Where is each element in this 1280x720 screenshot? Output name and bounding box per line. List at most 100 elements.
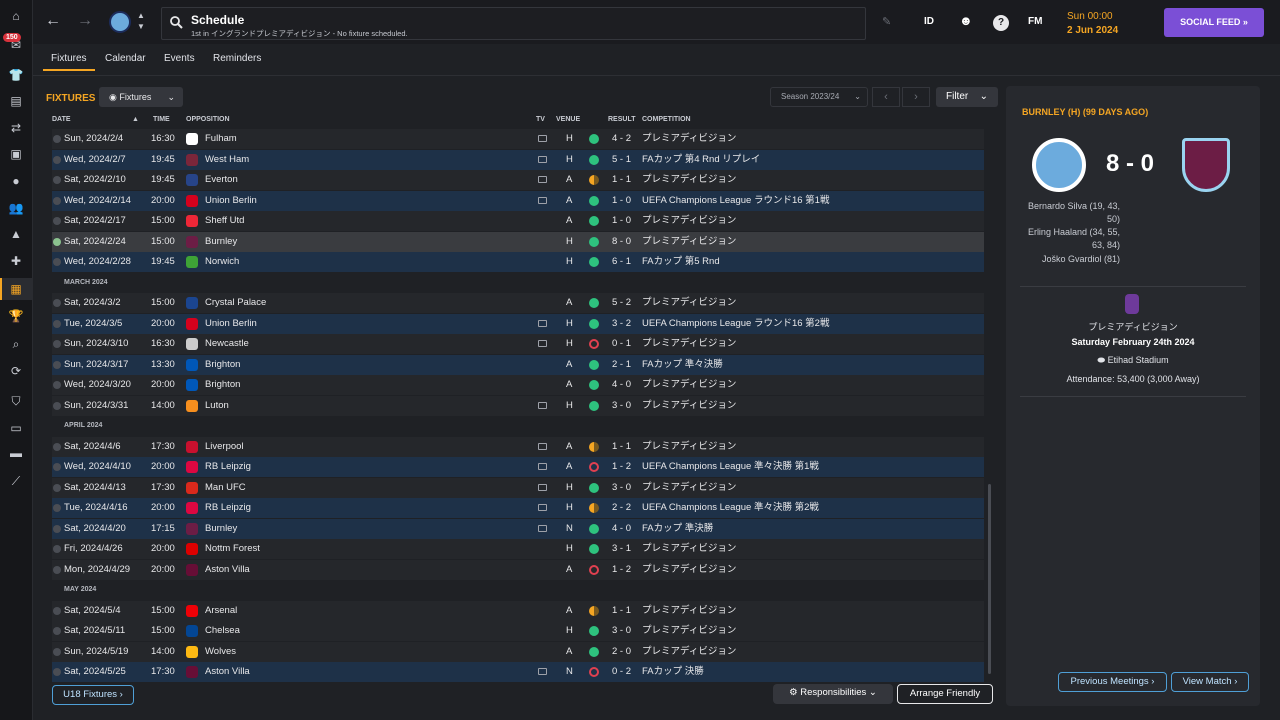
table-row[interactable]: Wed, 2024/2/14 20:00 Union Berlin A 1 - 0 UEF… [52, 190, 984, 211]
table-row[interactable]: Mon, 2024/4/29 20:00 Aston Villa A 1 - 2 プレミア… [52, 559, 984, 580]
fixture-competition: UEFA Champions League 準々決勝 第1戦 [642, 461, 819, 472]
scrollbar[interactable] [988, 484, 991, 674]
id-button[interactable]: ID [924, 16, 934, 27]
club-vision-icon[interactable]: ⛉ [7, 394, 25, 408]
table-row[interactable]: Sat, 2024/4/6 17:30 Liverpool A 1 - 1 プレミアディビ… [52, 436, 984, 457]
social-feed-button[interactable]: SOCIAL FEED » [1164, 8, 1264, 37]
tab-events[interactable]: Events [164, 53, 195, 64]
pencil-icon[interactable]: ✎ [882, 15, 891, 28]
calendar-icon[interactable]: ▦ [7, 282, 25, 296]
tv-icon [538, 155, 547, 163]
fixture-venue: A [566, 379, 573, 390]
fixture-time: 20:00 [151, 543, 175, 554]
club-switcher-chevron-icon[interactable]: ▲ ▼ [137, 10, 145, 32]
finances-icon[interactable]: ▭ [7, 421, 25, 435]
view-match-button[interactable]: View Match › [1171, 672, 1249, 692]
table-row[interactable]: Wed, 2024/2/28 19:45 Norwich H 6 - 1 FAカップ 第5… [52, 252, 984, 272]
table-row[interactable]: Sat, 2024/2/24 15:00 Burnley H 8 - 0 プレミアディビジ… [52, 231, 984, 252]
fixture-opposition: Burnley [205, 235, 238, 247]
transfers-icon[interactable]: ⟳ [7, 364, 25, 378]
month-header: MAY 2024 [52, 580, 984, 600]
club-crest-icon [186, 666, 198, 678]
squad-icon[interactable]: 👕 [7, 68, 25, 82]
next-season-chevron-icon[interactable]: › [902, 87, 930, 107]
table-row[interactable]: Sun, 2024/3/10 16:30 Newcastle H 0 - 1 プレミアディ… [52, 334, 984, 354]
col-competition[interactable]: COMPETITION [642, 116, 691, 123]
table-row[interactable]: Wed, 2024/2/7 19:45 West Ham H 5 - 1 FAカップ 第4… [52, 149, 984, 170]
tab-reminders[interactable]: Reminders [213, 53, 261, 64]
fixture-opposition: Newcastle [205, 338, 249, 349]
row-status-icon [53, 504, 61, 512]
arrange-friendly-button[interactable]: Arrange Friendly [897, 684, 993, 704]
report-icon[interactable]: ▣ [7, 147, 25, 161]
fixture-competition: FAカップ 準決勝 [642, 522, 714, 534]
table-row[interactable]: Sat, 2024/4/13 17:30 Man UFC H 3 - 0 プレミアディビジ… [52, 477, 984, 498]
table-row[interactable]: Wed, 2024/4/10 20:00 RB Leipzig A 1 - 2 UEFA … [52, 457, 984, 477]
fixture-competition: プレミアディビジョン [642, 235, 737, 247]
training-icon[interactable]: ▲ [7, 227, 25, 241]
u18-fixtures-button[interactable]: U18 Fixtures › [52, 685, 134, 705]
search-box[interactable]: Schedule 1st in イングランドプレミアディビジョン - No fi… [161, 7, 866, 40]
col-tv[interactable]: TV [536, 116, 545, 123]
forward-arrow-icon[interactable]: → [77, 12, 93, 30]
continue-date[interactable]: Sun 00:00 2 Jun 2024 [1055, 6, 1155, 38]
medical-icon[interactable]: ✚ [7, 254, 25, 268]
filter-button[interactable]: Filter ⌄ [936, 87, 998, 107]
fixture-date: Sat, 2024/5/25 [64, 666, 126, 677]
tab-active-indicator [43, 69, 95, 71]
fixture-competition: プレミアディビジョン [642, 297, 737, 308]
col-result[interactable]: RESULT [608, 116, 635, 123]
table-row[interactable]: Sun, 2024/5/19 14:00 Wolves A 2 - 0 プレミアディビジョ… [52, 641, 984, 662]
dev-centre-icon[interactable]: ▬ [7, 446, 25, 460]
table-row[interactable]: Sat, 2024/2/17 15:00 Sheff Utd A 1 - 0 プレミアディ… [52, 211, 984, 231]
globe-icon[interactable]: ● [7, 174, 25, 188]
fm-menu-button[interactable]: FM [1028, 16, 1042, 27]
fixture-score: 3 - 1 [612, 543, 632, 554]
fixtures-view-dropdown[interactable]: ◉ Fixtures ⌄ [99, 87, 183, 107]
table-row[interactable]: Tue, 2024/3/5 20:00 Union Berlin H 3 - 2 UEFA… [52, 313, 984, 334]
clipboard-icon[interactable]: ▤ [7, 94, 25, 108]
fixture-score: 5 - 1 [612, 153, 632, 165]
row-status-icon [53, 381, 61, 389]
table-row[interactable]: Fri, 2024/4/26 20:00 Nottm Forest H 3 - 1 プレミ… [52, 539, 984, 559]
tab-calendar[interactable]: Calendar [105, 53, 146, 64]
table-row[interactable]: Sat, 2024/5/4 15:00 Arsenal A 1 - 1 プレミアディビジョ… [52, 600, 984, 621]
back-arrow-icon[interactable]: ← [45, 12, 61, 30]
staff-icon[interactable]: 👥 [7, 201, 25, 215]
tactics-icon[interactable]: ⇄ [7, 121, 25, 135]
previous-meetings-button[interactable]: Previous Meetings › [1058, 672, 1167, 692]
fixture-score: 8 - 0 [612, 235, 632, 247]
table-row[interactable]: Wed, 2024/3/20 20:00 Brighton A 4 - 0 プレミアディビ… [52, 375, 984, 395]
col-time[interactable]: TIME [153, 116, 170, 123]
prev-season-chevron-icon[interactable]: ‹ [872, 87, 900, 107]
loss-result-icon [589, 667, 599, 677]
col-opposition[interactable]: OPPOSITION [186, 116, 230, 123]
fixture-date: Sat, 2024/2/10 [64, 174, 126, 185]
table-row[interactable]: Sat, 2024/4/20 17:15 Burnley N 4 - 0 FAカップ 準決… [52, 518, 984, 539]
scouting-icon[interactable]: ⌕ [7, 337, 25, 351]
table-row[interactable]: Sun, 2024/2/4 16:30 Fulham H 4 - 2 プレミアディビジョン [52, 129, 984, 149]
table-row[interactable]: Sat, 2024/2/10 19:45 Everton A 1 - 1 プレミアディビジ… [52, 170, 984, 190]
responsibilities-button[interactable]: ⚙ Responsibilities ⌄ [773, 684, 893, 704]
help-icon[interactable]: ? [993, 15, 1009, 31]
table-row[interactable]: Sat, 2024/5/11 15:00 Chelsea H 3 - 0 プレミアディビジ… [52, 621, 984, 641]
table-row[interactable]: Sun, 2024/3/17 13:30 Brighton A 2 - 1 FAカップ 準… [52, 354, 984, 375]
club-badge-icon[interactable] [109, 11, 131, 33]
data-hub-icon[interactable]: ⟋ [7, 474, 25, 488]
table-row[interactable]: Sun, 2024/3/31 14:00 Luton H 3 - 0 プレミアディビジョン [52, 395, 984, 416]
row-status-icon [53, 340, 61, 348]
table-row[interactable]: Sat, 2024/5/25 17:30 Aston Villa N 0 - 2 FAカッ… [52, 662, 984, 682]
fixture-score: 1 - 2 [612, 563, 632, 575]
col-date[interactable]: DATE [52, 116, 71, 123]
table-row[interactable]: Tue, 2024/4/16 20:00 RB Leipzig H 2 - 2 UEFA … [52, 498, 984, 518]
tab-fixtures[interactable]: Fixtures [51, 53, 87, 64]
trophy-icon[interactable]: 🏆 [7, 309, 25, 323]
fixture-venue: N [566, 522, 573, 534]
manager-icon[interactable]: ☻ [959, 13, 973, 28]
table-row[interactable]: Sat, 2024/3/2 15:00 Crystal Palace A 5 - 2 プレ… [52, 293, 984, 313]
row-status-icon [53, 135, 61, 143]
col-venue[interactable]: VENUE [556, 116, 580, 123]
season-select[interactable]: Season 2023/24 ⌄ [770, 87, 868, 107]
home-icon[interactable]: ⌂ [7, 9, 25, 23]
fixture-date: Sat, 2024/4/20 [64, 522, 126, 534]
